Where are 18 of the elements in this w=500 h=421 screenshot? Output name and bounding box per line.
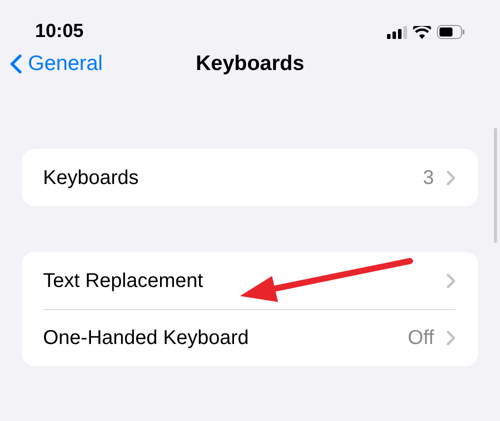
chevron-icon xyxy=(446,170,456,186)
battery-icon xyxy=(437,25,465,39)
row-value: Off xyxy=(408,326,434,351)
row-label: Keyboards xyxy=(43,166,139,190)
row-value: 3 xyxy=(422,166,434,190)
page-title: Keyboards xyxy=(196,51,304,78)
back-button[interactable]: General xyxy=(10,48,103,80)
signal-icon xyxy=(387,26,407,38)
back-chevron-icon xyxy=(10,54,22,74)
settings-row[interactable]: Keyboards 3 xyxy=(22,149,478,206)
wifi-icon xyxy=(413,26,431,38)
chevron-icon xyxy=(446,330,456,346)
chevron-icon xyxy=(446,272,456,288)
row-label: Text Replacement xyxy=(43,268,204,294)
settings-row[interactable]: One-Handed Keyboard Off xyxy=(22,309,478,366)
status-time: 10:05 xyxy=(35,20,84,44)
settings-row[interactable]: Text Replacement xyxy=(22,252,478,309)
row-label: One-Handed Keyboard xyxy=(43,326,249,351)
